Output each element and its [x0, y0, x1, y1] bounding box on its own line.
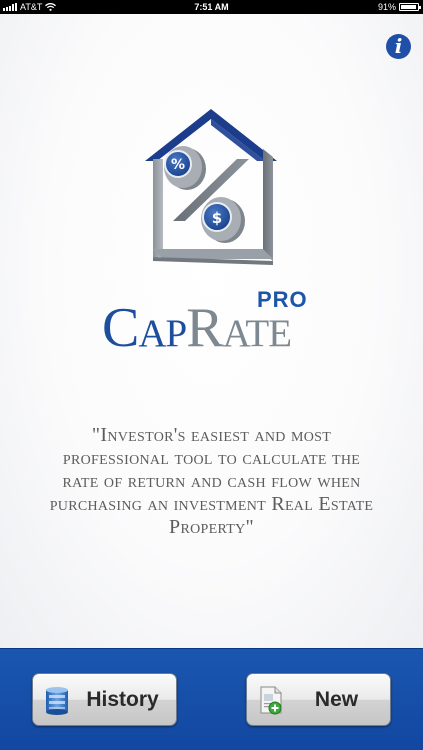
brand-cap: Cap [102, 297, 187, 359]
status-time: 7:51 AM [194, 2, 229, 12]
app-logo-icon: % $ [145, 109, 277, 265]
brand-wordmark: PRO CapRate [102, 287, 322, 366]
dollar-symbol: $ [212, 209, 222, 227]
percent-coin-icon: % [164, 146, 206, 190]
dollar-coin-icon: $ [201, 197, 245, 243]
battery-icon [399, 3, 421, 11]
new-button[interactable]: New [246, 673, 391, 726]
battery-fill [401, 5, 416, 9]
battery-percent: 91% [377, 2, 396, 12]
history-button[interactable]: History [32, 673, 177, 726]
new-label: New [314, 688, 359, 711]
info-button[interactable]: i [386, 34, 411, 59]
new-document-icon [260, 686, 282, 715]
history-database-icon [46, 687, 68, 715]
percent-symbol: % [171, 157, 185, 173]
status-bar: AT&T 7:51 AM 91% [0, 0, 423, 14]
brand-name: CapRate [102, 297, 292, 359]
main-panel: i % $ PRO CapRate "Investor's easiest an… [0, 14, 423, 648]
history-label: History [86, 688, 159, 711]
bottom-toolbar: History New [0, 648, 423, 750]
tagline: "Investor's easiest and most professiona… [49, 424, 374, 538]
status-right: 91% [377, 0, 421, 14]
brand-rate: Rate [186, 297, 292, 359]
house-icon [145, 109, 277, 265]
